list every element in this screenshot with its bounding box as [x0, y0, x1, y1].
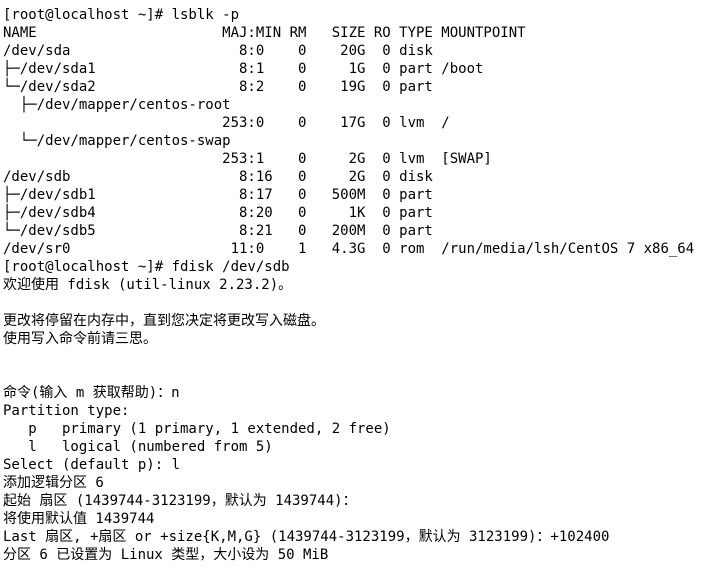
terminal-line-lsblk-header: NAME MAJ:MIN RM SIZE RO TYPE MOUNTPOINT: [3, 25, 526, 41]
terminal-line-command-prompt: 命令(输入 m 获取帮助)：n: [3, 385, 180, 401]
terminal-line-blank-2: [3, 348, 722, 366]
terminal-line-last-sector: Last 扇区, +扇区 or +size{K,M,G} (1439744-31…: [3, 529, 610, 545]
terminal-line-blank-3: [3, 366, 722, 384]
terminal-line-sda2: └─/dev/sda2 8:2 0 19G 0 part: [3, 79, 433, 95]
terminal-line-centos-swap: └─/dev/mapper/centos-swap: [3, 133, 231, 149]
terminal-line-sdb1: ├─/dev/sdb1 8:17 0 500M 0 part: [3, 187, 433, 203]
terminal-line-partition-set: 分区 6 已设置为 Linux 类型，大小设为 50 MiB: [3, 547, 329, 563]
terminal-line-sr0: /dev/sr0 11:0 1 4.3G 0 rom /run/media/ls…: [3, 241, 695, 257]
terminal-line-write-warning: 使用写入命令前请三思。: [3, 331, 157, 347]
terminal-line-use-default: 将使用默认值 1439744: [3, 511, 155, 527]
terminal-line-add-logical: 添加逻辑分区 6: [3, 475, 104, 491]
terminal-line-option-logical: l logical (numbered from 5): [3, 439, 273, 455]
terminal-line-centos-root: ├─/dev/mapper/centos-root: [3, 97, 231, 113]
terminal-line-start-sector: 起始 扇区 (1439744-3123199，默认为 1439744)：: [3, 493, 357, 509]
terminal-line-sda: /dev/sda 8:0 0 20G 0 disk: [3, 43, 433, 59]
terminal-line-sda1: ├─/dev/sda1 8:1 0 1G 0 part /boot: [3, 61, 484, 77]
terminal-line-option-primary: p primary (1 primary, 1 extended, 2 free…: [3, 421, 391, 437]
terminal-line-lsblk-command: [root@localhost ~]# lsblk -p: [3, 7, 240, 23]
terminal-line-fdisk-welcome: 欢迎使用 fdisk (util-linux 2.23.2)。: [3, 277, 293, 293]
terminal-line-fdisk-command: [root@localhost ~]# fdisk /dev/sdb: [3, 259, 290, 275]
terminal-line-centos-root-info: 253:0 0 17G 0 lvm /: [3, 115, 450, 131]
terminal-line-memory-notice: 更改将停留在内存中，直到您决定将更改写入磁盘。: [3, 313, 325, 329]
terminal-line-select: Select (default p): l: [3, 457, 181, 473]
terminal-line-centos-swap-info: 253:1 0 2G 0 lvm [SWAP]: [3, 151, 492, 167]
terminal-line-blank-1: [3, 294, 722, 312]
terminal-window[interactable]: [root@localhost ~]# lsblk -p NAME MAJ:MI…: [0, 0, 722, 567]
terminal-line-sdb5: └─/dev/sdb5 8:21 0 200M 0 part: [3, 223, 433, 239]
terminal-line-sdb4: ├─/dev/sdb4 8:20 0 1K 0 part: [3, 205, 433, 221]
terminal-line-sdb: /dev/sdb 8:16 0 2G 0 disk: [3, 169, 433, 185]
terminal-line-partition-type: Partition type:: [3, 403, 130, 419]
